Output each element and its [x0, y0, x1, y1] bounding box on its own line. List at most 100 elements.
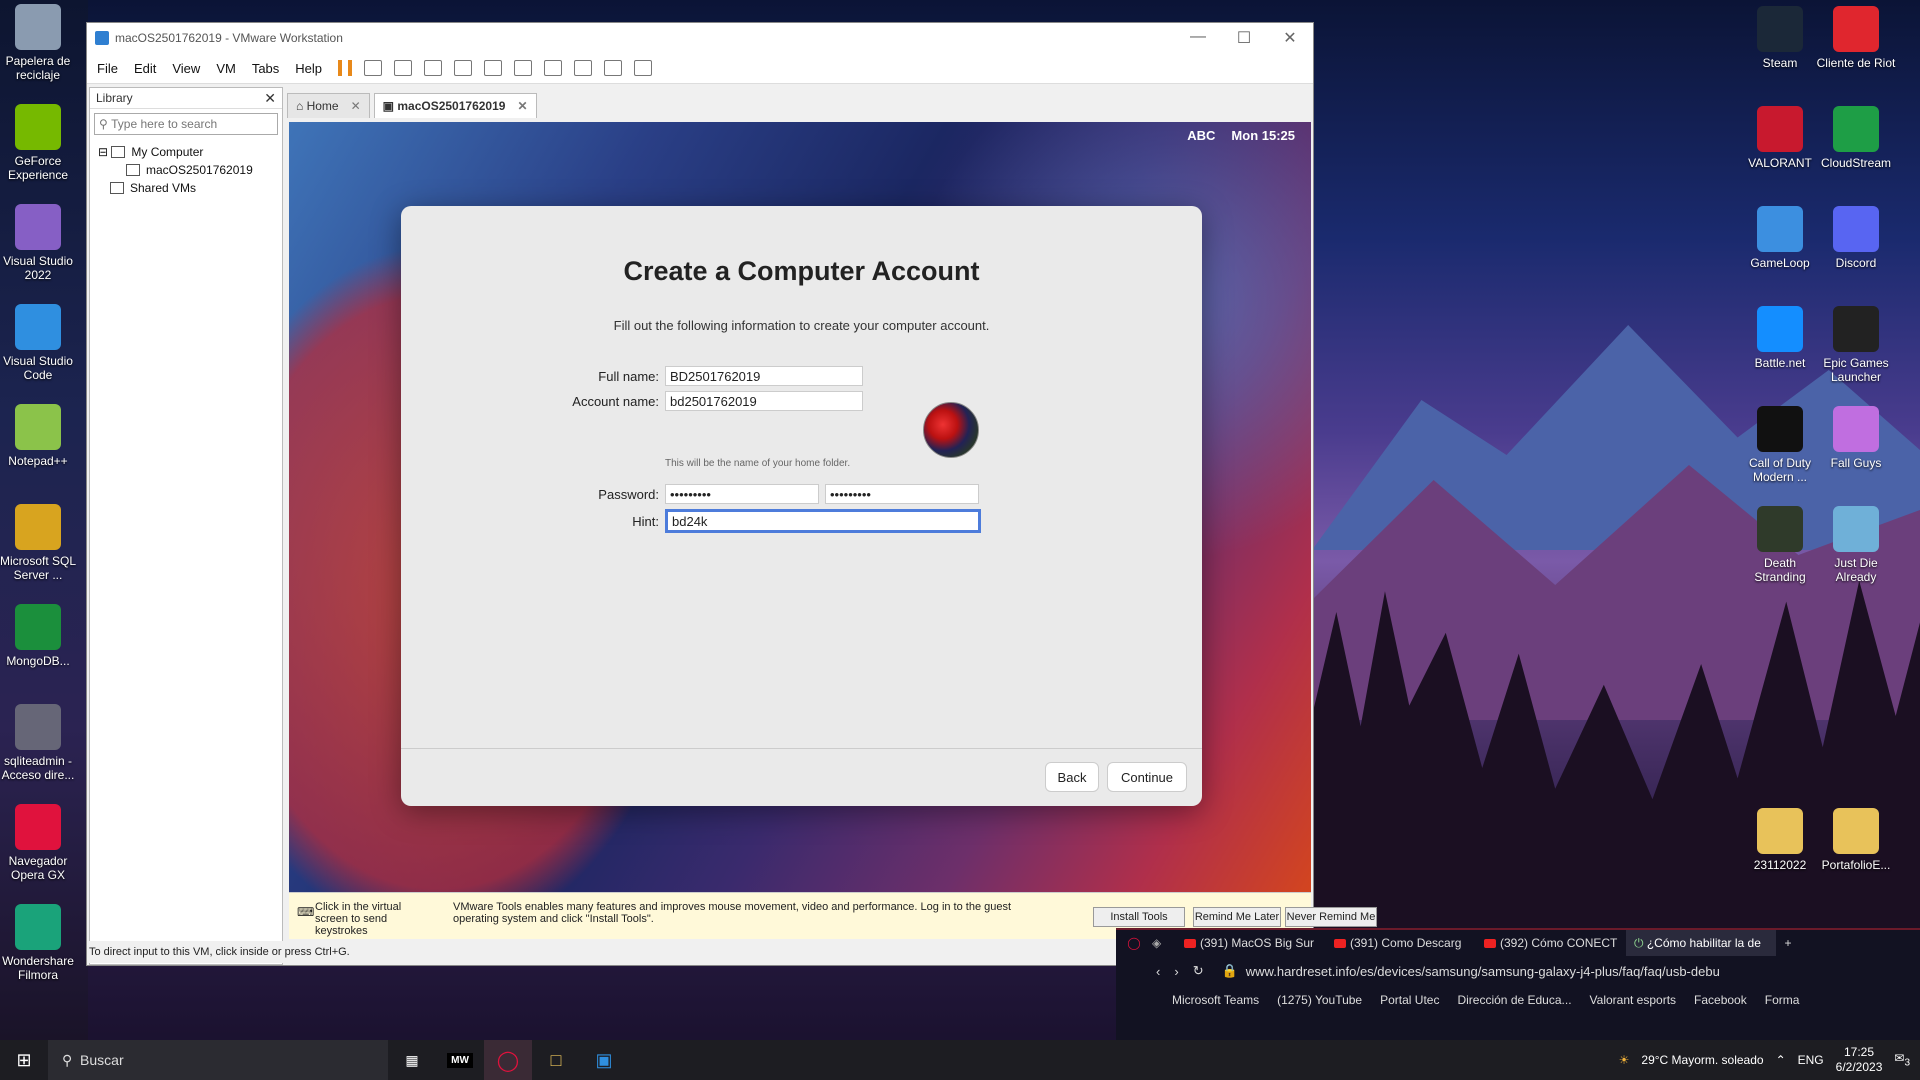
desktop-icon[interactable]: 23112022 — [1740, 808, 1820, 872]
address-bar[interactable]: ‹ › ↻ 🔒 www.hardreset.info/es/devices/sa… — [1116, 956, 1920, 986]
desktop-icon[interactable]: Steam — [1740, 6, 1820, 70]
desktop-icon[interactable]: Microsoft SQL Server ... — [0, 504, 78, 582]
tab-close-icon[interactable]: ✕ — [351, 99, 361, 113]
bookmark-item[interactable]: Facebook — [1694, 993, 1747, 1007]
browser-tab[interactable]: (392) Cómo CONECT — [1476, 930, 1626, 956]
console-icon[interactable] — [604, 60, 623, 76]
remind-later-button[interactable]: Remind Me Later — [1193, 907, 1281, 927]
desktop-icon[interactable]: Epic Games Launcher — [1816, 306, 1896, 384]
desktop-icon[interactable]: Death Stranding — [1740, 506, 1820, 584]
desktop-icon[interactable]: Cliente de Riot — [1816, 6, 1896, 70]
close-button[interactable]: ✕ — [1267, 28, 1313, 48]
tree-vm-item[interactable]: macOS2501762019 — [98, 161, 282, 179]
desktop-icon[interactable]: Discord — [1816, 206, 1896, 270]
tab-vm[interactable]: ▣ macOS2501762019 ✕ — [373, 93, 537, 118]
thumbnail-view-icon[interactable] — [514, 60, 533, 76]
full-screen-icon[interactable] — [544, 60, 563, 76]
desktop-icon[interactable]: Navegador Opera GX — [0, 804, 78, 882]
desktop-icon[interactable]: GameLoop — [1740, 206, 1820, 270]
install-tools-button[interactable]: Install Tools — [1093, 907, 1185, 927]
tab-close-icon[interactable]: ✕ — [517, 99, 527, 113]
opera-taskbar-icon[interactable]: ◯ — [484, 1040, 532, 1080]
desktop-icon[interactable]: Just Die Already — [1816, 506, 1896, 584]
task-view-icon[interactable]: ▦ — [388, 1040, 436, 1080]
desktop-icon[interactable]: GeForce Experience — [0, 104, 78, 182]
hint-field[interactable]: bd24k — [665, 509, 981, 533]
desktop-icon[interactable]: Fall Guys — [1816, 406, 1896, 470]
desktop-icon[interactable]: sqliteadmin - Acceso dire... — [0, 704, 78, 782]
power-icon: ⏻ — [1634, 935, 1647, 950]
start-button[interactable]: ⊞ — [0, 1050, 48, 1071]
maximize-button[interactable]: ☐ — [1221, 28, 1267, 48]
url-text[interactable]: www.hardreset.info/es/devices/samsung/sa… — [1246, 964, 1720, 979]
tray-chevron-icon[interactable]: ⌃ — [1776, 1053, 1786, 1067]
account-name-field[interactable]: bd2501762019 — [665, 391, 863, 411]
desktop-icon[interactable]: VALORANT — [1740, 106, 1820, 170]
cod-taskbar-icon[interactable]: MW — [436, 1040, 484, 1080]
file-explorer-icon[interactable]: □ — [532, 1040, 580, 1080]
back-icon[interactable]: ‹ — [1156, 964, 1160, 979]
weather-text[interactable]: 29°C Mayorm. soleado — [1641, 1053, 1763, 1067]
desktop-icon[interactable]: PortafolioE... — [1816, 808, 1896, 872]
minimize-button[interactable]: — — [1175, 28, 1221, 48]
bookmark-item[interactable]: Dirección de Educa... — [1457, 993, 1571, 1007]
browser-tab[interactable]: (391) Como Descarg — [1326, 930, 1476, 956]
desktop-icon[interactable]: Battle.net — [1740, 306, 1820, 370]
desktop-icon[interactable]: MongoDB... — [0, 604, 78, 668]
desktop-icon[interactable]: Papelera de reciclaje — [0, 4, 78, 82]
bookmark-item[interactable]: Valorant esports — [1590, 993, 1677, 1007]
menu-vm[interactable]: VM — [216, 61, 236, 76]
bookmark-item[interactable]: Forma — [1765, 993, 1800, 1007]
back-button[interactable]: Back — [1045, 762, 1099, 792]
desktop-icon[interactable]: Wondershare Filmora — [0, 904, 78, 982]
user-avatar[interactable] — [923, 402, 979, 458]
collapse-icon[interactable]: ⊟ — [98, 145, 111, 159]
library-search-input[interactable]: ⚲ Type here to search — [94, 113, 278, 135]
clock[interactable]: 17:25 6/2/2023 — [1836, 1045, 1883, 1075]
desktop-icon[interactable]: CloudStream — [1816, 106, 1896, 170]
pause-icon[interactable] — [338, 60, 353, 76]
gamepad-icon[interactable]: ◈ — [1152, 936, 1176, 950]
desktop-icon[interactable]: Call of Duty Modern ... — [1740, 406, 1820, 484]
library-close-icon[interactable]: ✕ — [264, 90, 276, 107]
library-view-icon[interactable] — [484, 60, 503, 76]
page-title: Create a Computer Account — [623, 256, 980, 286]
menu-file[interactable]: File — [97, 61, 118, 76]
menu-tabs[interactable]: Tabs — [252, 61, 279, 76]
menu-edit[interactable]: Edit — [134, 61, 156, 76]
desktop-icon[interactable]: Notepad++ — [0, 404, 78, 468]
taskbar-search[interactable]: ⚲ Buscar — [48, 1040, 388, 1080]
unity-icon[interactable] — [574, 60, 593, 76]
never-remind-button[interactable]: Never Remind Me — [1285, 907, 1377, 927]
tree-shared-vms[interactable]: Shared VMs — [98, 179, 282, 197]
browser-tab[interactable]: (391) MacOS Big Sur — [1176, 930, 1326, 956]
bookmark-item[interactable]: Portal Utec — [1380, 993, 1439, 1007]
revert-snapshot-icon[interactable] — [424, 60, 443, 76]
input-source[interactable]: ABC — [1187, 128, 1215, 143]
bookmark-item[interactable]: Microsoft Teams — [1172, 993, 1259, 1007]
stretch-guest-icon[interactable] — [634, 60, 653, 76]
tree-my-computer[interactable]: ⊟ My Computer — [98, 143, 282, 161]
continue-button[interactable]: Continue — [1107, 762, 1187, 792]
language-indicator[interactable]: ENG — [1798, 1053, 1824, 1067]
desktop-icon[interactable]: Visual Studio 2022 — [0, 204, 78, 282]
desktop-icon[interactable]: Visual Studio Code — [0, 304, 78, 382]
browser-tab-active[interactable]: ⏻ ¿Cómo habilitar la de — [1626, 930, 1776, 956]
notification-icon[interactable]: ✉3 — [1894, 1051, 1910, 1068]
tab-home[interactable]: ⌂ Home ✕ — [287, 93, 370, 118]
reload-icon[interactable]: ↻ — [1193, 963, 1204, 979]
new-tab-icon[interactable]: + — [1776, 936, 1800, 950]
send-ctrl-alt-del-icon[interactable] — [364, 60, 383, 76]
vm-screen[interactable]: ABC Mon 15:25 Create a Computer Account … — [289, 122, 1311, 892]
verify-password-field[interactable]: ••••••••• — [825, 484, 979, 504]
snapshot-manager-icon[interactable] — [454, 60, 473, 76]
menu-view[interactable]: View — [172, 61, 200, 76]
forward-icon[interactable]: › — [1174, 964, 1178, 979]
snapshot-icon[interactable] — [394, 60, 413, 76]
menu-help[interactable]: Help — [295, 61, 322, 76]
bookmark-item[interactable]: (1275) YouTube — [1277, 993, 1362, 1007]
vmware-taskbar-icon[interactable]: ▣ — [580, 1040, 628, 1080]
full-name-field[interactable]: BD2501762019 — [665, 366, 863, 386]
password-field[interactable]: ••••••••• — [665, 484, 819, 504]
opera-icon[interactable]: ◯ — [1116, 936, 1152, 950]
